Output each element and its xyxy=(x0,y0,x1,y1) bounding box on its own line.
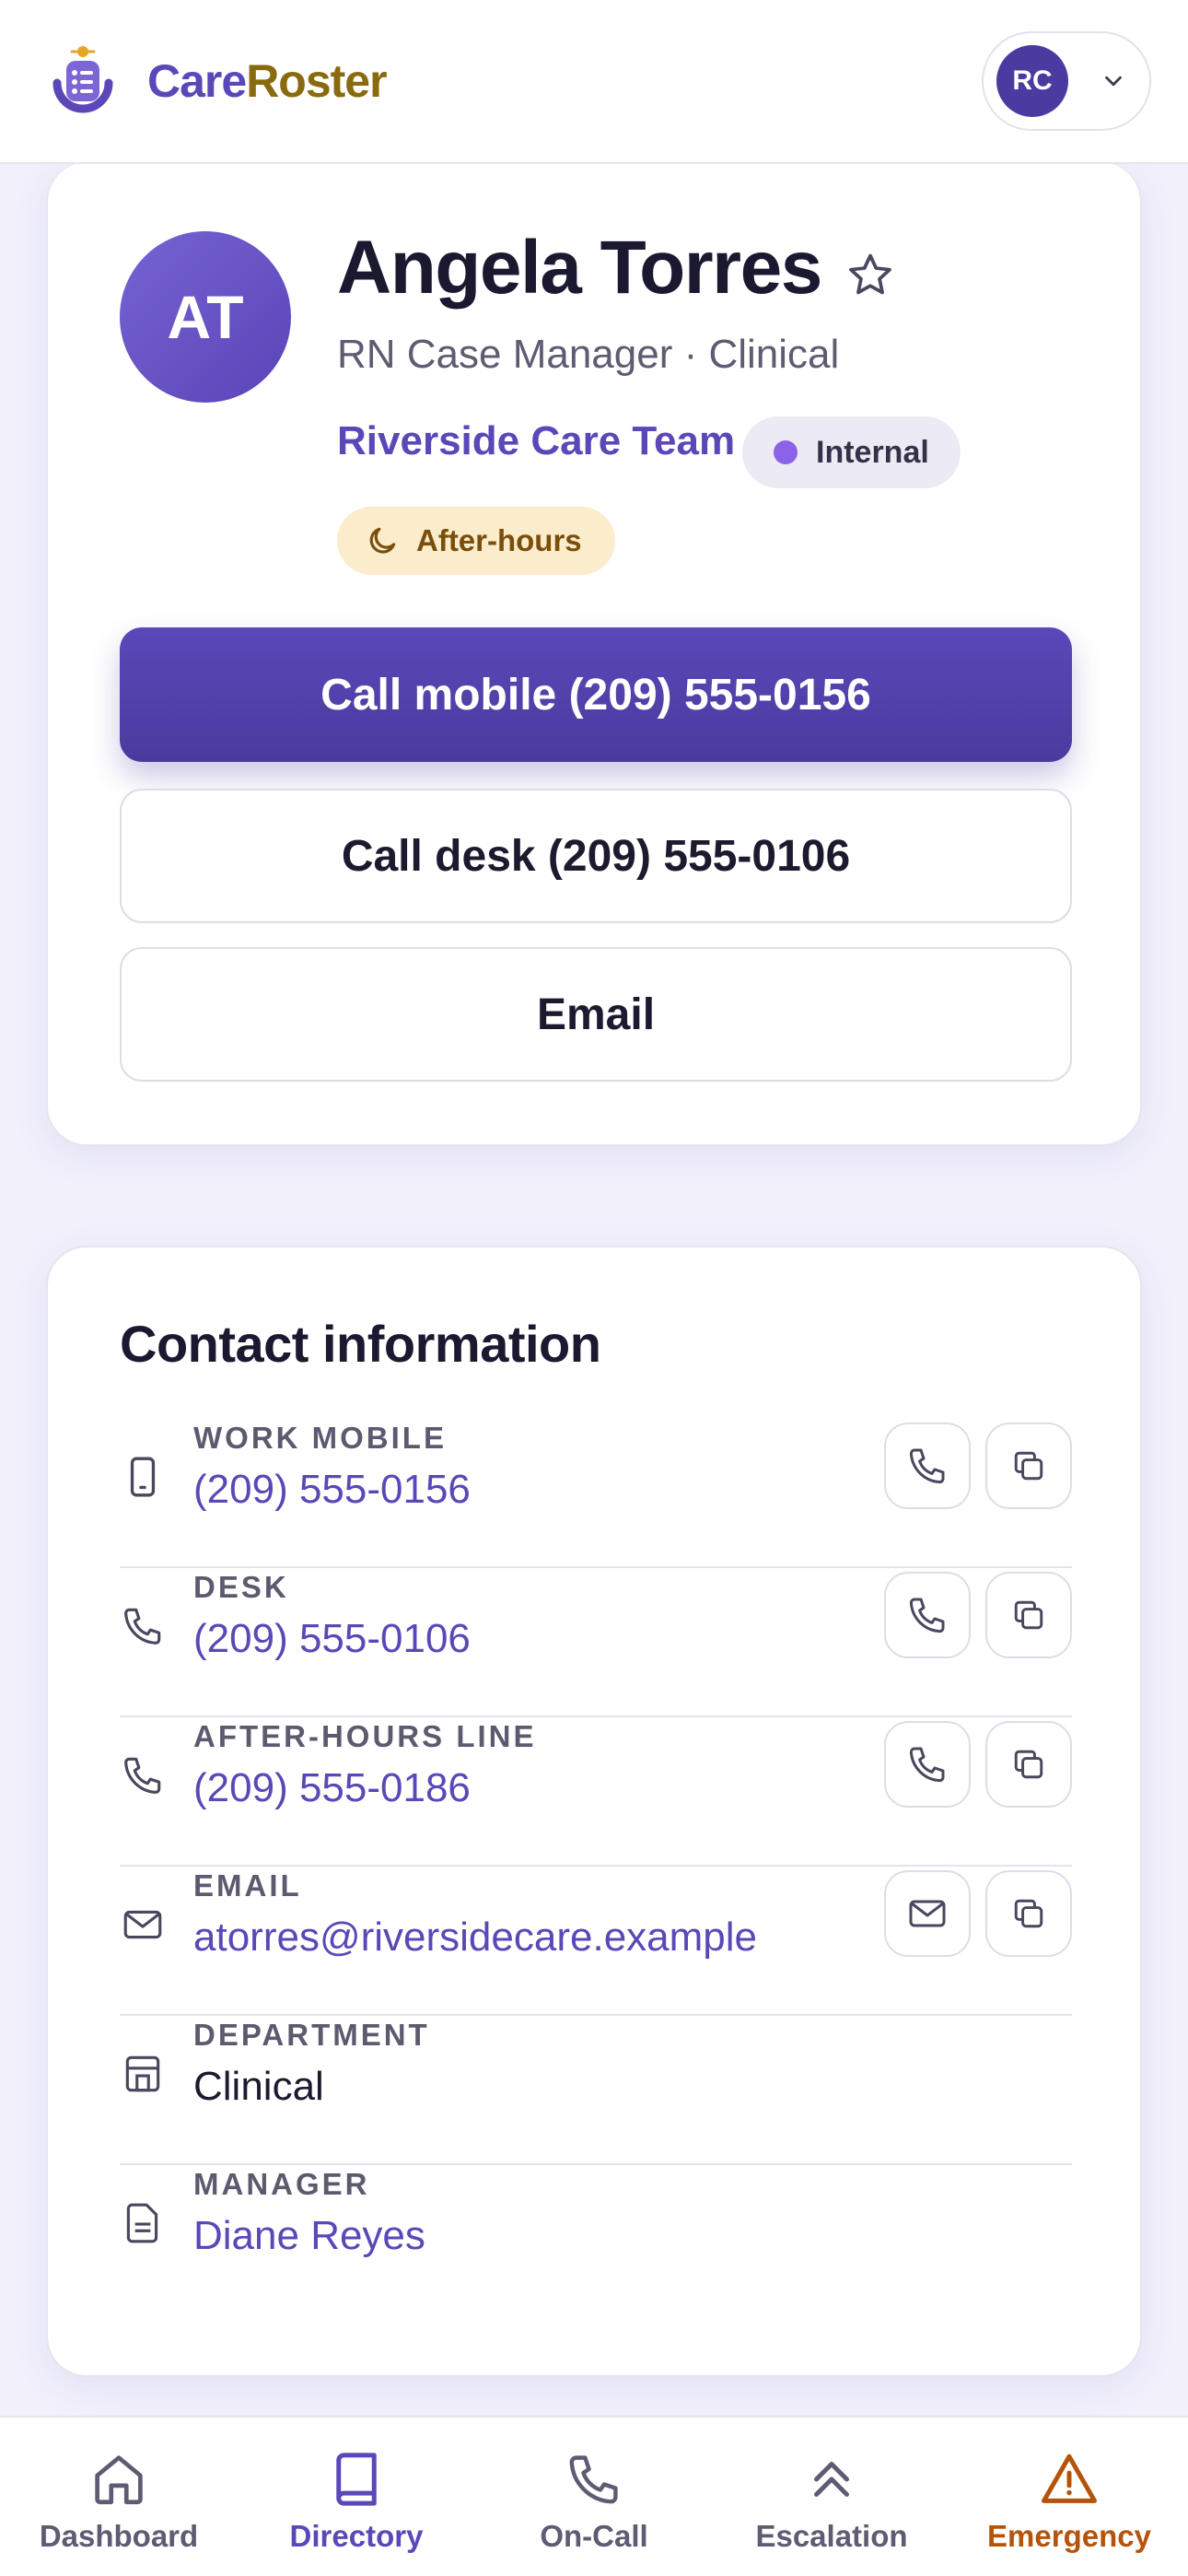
chevrons-up-icon xyxy=(814,2462,849,2497)
row-actions xyxy=(884,1423,1072,1509)
nav-label: Dashboard xyxy=(39,2519,199,2553)
copy-icon xyxy=(1014,1899,1043,1928)
after-hours-badge-label: After-hours xyxy=(416,523,582,557)
row-actions xyxy=(884,1572,1072,1658)
contact-avatar: AT xyxy=(120,231,291,403)
brand-name-part2: Roster xyxy=(246,55,387,107)
row-label: MANAGER xyxy=(193,2167,370,2201)
row-label: AFTER-HOURS LINE xyxy=(193,1719,537,1753)
row-value[interactable]: atorres@riversidecare.example xyxy=(193,1914,757,1961)
phone-icon xyxy=(124,1608,161,1645)
row-label: DEPARTMENT xyxy=(193,2018,430,2052)
internal-badge-label: Internal xyxy=(816,434,929,470)
contact-row-work-mobile: WORK MOBILE (209) 555-0156 xyxy=(120,1419,1072,1568)
row-value[interactable]: Diane Reyes xyxy=(193,2213,425,2259)
contact-row-desk: DESK (209) 555-0106 xyxy=(120,1568,1072,1717)
profile-card: AT Angela Torres RN Case Manager · Clini… xyxy=(46,162,1142,1146)
row-value[interactable]: (209) 555-0106 xyxy=(193,1616,471,1662)
row-actions xyxy=(884,1870,1072,1957)
team-link[interactable]: Riverside Care Team xyxy=(337,418,735,464)
mail-icon xyxy=(909,1900,946,1927)
row-value[interactable]: (209) 555-0186 xyxy=(193,1765,471,1811)
call-desk-icon-button[interactable] xyxy=(884,1572,971,1658)
phone-icon xyxy=(569,2455,618,2504)
nav-escalation[interactable]: Escalation xyxy=(713,2418,950,2576)
nav-label: Emergency xyxy=(987,2519,1151,2553)
nav-label: Escalation xyxy=(755,2519,908,2553)
building-icon xyxy=(125,2055,160,2092)
copy-icon xyxy=(1014,1750,1043,1779)
phone-icon xyxy=(909,1598,945,1633)
brand-name: CareRoster xyxy=(147,54,388,108)
after-hours-badge: After-hours xyxy=(337,507,615,575)
copy-icon xyxy=(1014,1451,1043,1481)
contact-row-after-hours: AFTER-HOURS LINE (209) 555-0186 xyxy=(120,1717,1072,1867)
send-email-button[interactable] xyxy=(884,1870,971,1957)
app-header: CareRoster RC xyxy=(0,0,1188,164)
row-label: DESK xyxy=(193,1570,289,1604)
phone-icon xyxy=(124,1757,161,1794)
nav-dashboard[interactable]: Dashboard xyxy=(0,2418,238,2576)
copy-desk-button[interactable] xyxy=(985,1572,1072,1658)
contact-row-department: DEPARTMENT Clinical xyxy=(120,2016,1072,2165)
copy-work-mobile-button[interactable] xyxy=(985,1423,1072,1509)
home-icon xyxy=(95,2455,143,2505)
status-dot xyxy=(774,440,798,464)
call-work-mobile-button[interactable] xyxy=(884,1423,971,1509)
internal-badge: Internal xyxy=(742,416,961,488)
account-avatar: RC xyxy=(996,45,1068,117)
nav-on-call[interactable]: On-Call xyxy=(475,2418,713,2576)
nav-label: On-Call xyxy=(540,2519,648,2553)
book-icon xyxy=(336,2453,377,2506)
nav-label: Directory xyxy=(289,2519,424,2553)
row-value: Clinical xyxy=(193,2064,324,2109)
phone-icon xyxy=(909,1747,945,1783)
call-desk-button[interactable]: Call desk (209) 555-0106 xyxy=(120,789,1072,923)
contact-row-manager: MANAGER Diane Reyes xyxy=(120,2165,1072,2314)
brand[interactable]: CareRoster xyxy=(44,42,388,120)
call-after-hours-button[interactable] xyxy=(884,1721,971,1808)
care-roster-logo-icon xyxy=(52,46,113,113)
section-title: Contact information xyxy=(120,1315,601,1373)
row-label: EMAIL xyxy=(193,1868,302,1903)
mail-icon xyxy=(123,1910,162,1939)
chevron-down-icon xyxy=(1105,76,1122,87)
contact-info-card: Contact information WORK MOBILE (209) 55… xyxy=(46,1246,1142,2377)
row-actions xyxy=(884,1721,1072,1808)
bottom-nav: Dashboard Directory On-Call Escalation E… xyxy=(0,2416,1188,2576)
warning-icon xyxy=(1042,2453,1097,2503)
contact-row-email: EMAIL atorres@riversidecare.example xyxy=(120,1867,1072,2016)
phone-icon xyxy=(909,1448,945,1484)
nav-emergency[interactable]: Emergency xyxy=(950,2418,1188,2576)
favorite-button[interactable] xyxy=(840,245,901,306)
copy-email-button[interactable] xyxy=(985,1870,1072,1957)
nav-directory[interactable]: Directory xyxy=(238,2418,475,2576)
email-button[interactable]: Email xyxy=(120,947,1072,1082)
contact-name: Angela Torres xyxy=(337,226,822,310)
brand-name-part1: Care xyxy=(147,55,247,107)
account-menu-button[interactable]: RC xyxy=(982,31,1151,131)
contact-role: RN Case Manager · Clinical xyxy=(337,332,840,377)
moon-icon xyxy=(369,527,396,554)
row-value[interactable]: (209) 555-0156 xyxy=(193,1467,471,1513)
star-icon xyxy=(849,253,891,295)
copy-icon xyxy=(1014,1600,1043,1630)
contact-rows: WORK MOBILE (209) 555-0156 DESK (209) 55… xyxy=(120,1419,1072,2314)
mobile-icon xyxy=(130,1457,156,1497)
copy-after-hours-button[interactable] xyxy=(985,1721,1072,1808)
row-label: WORK MOBILE xyxy=(193,1421,447,1455)
call-mobile-button[interactable]: Call mobile (209) 555-0156 xyxy=(120,627,1072,762)
document-icon xyxy=(126,2203,158,2243)
